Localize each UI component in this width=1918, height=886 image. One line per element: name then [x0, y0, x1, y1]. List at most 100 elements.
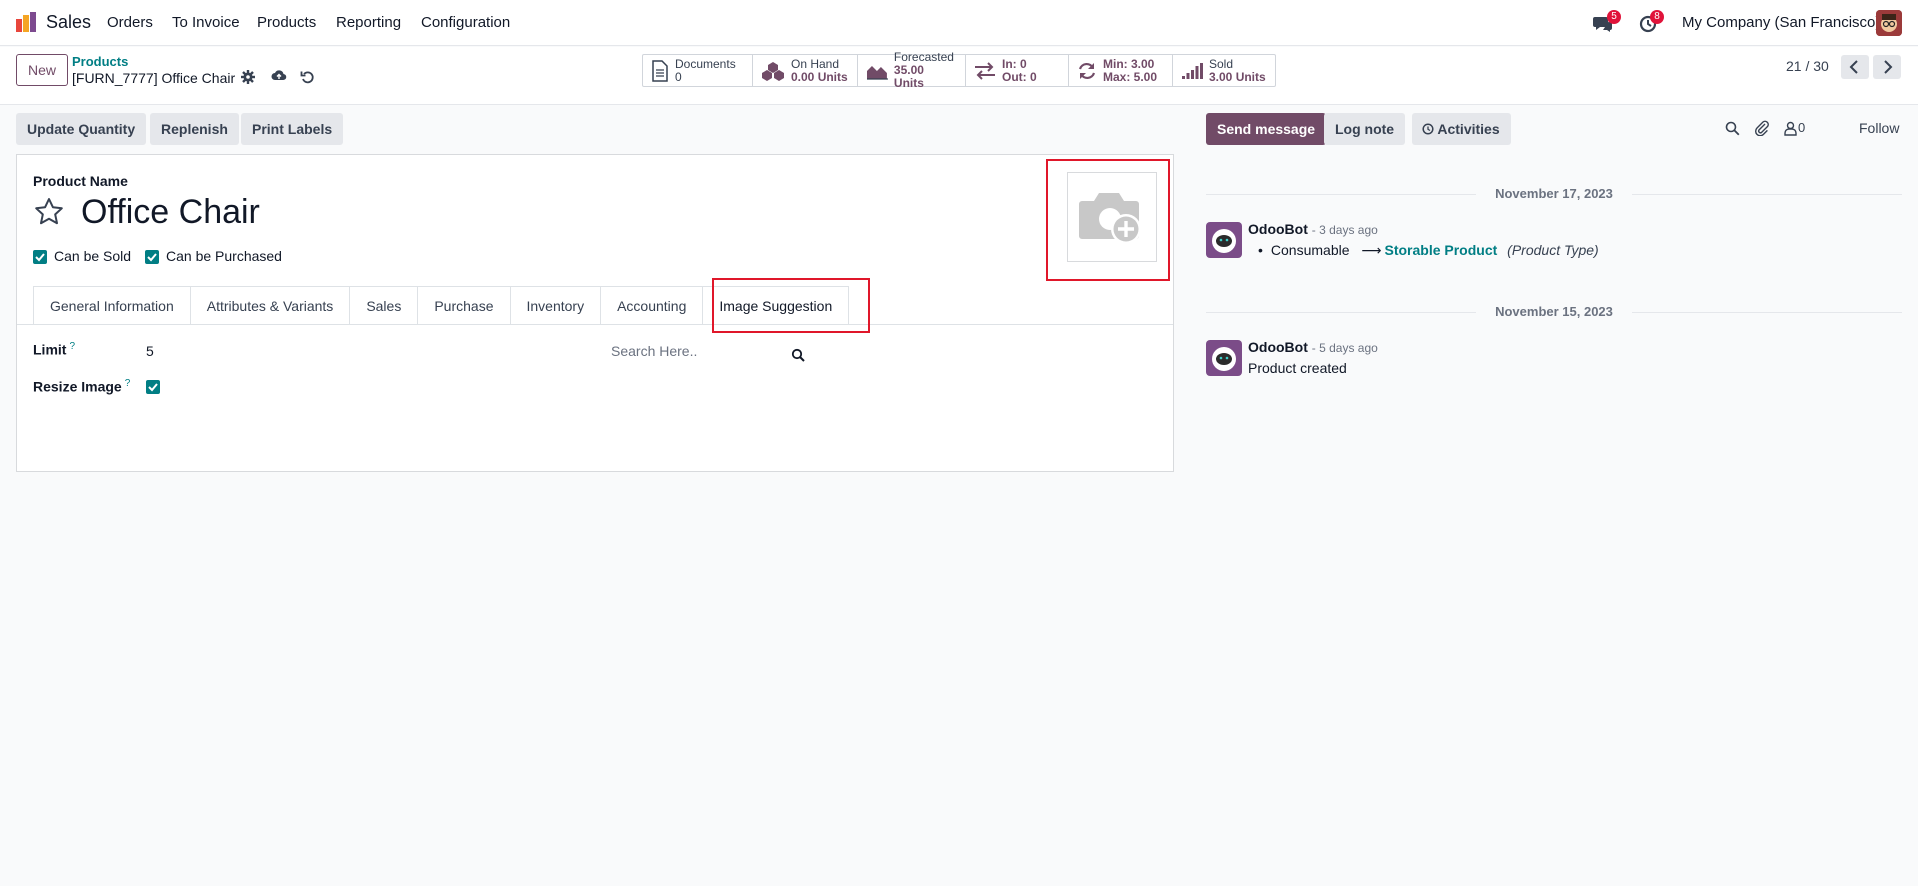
old-value: Consumable [1270, 242, 1350, 258]
pager-next-button[interactable] [1873, 55, 1901, 79]
log-note-button[interactable]: Log note [1324, 113, 1406, 145]
chevron-right-icon [1884, 60, 1893, 74]
sold-label: Sold [1209, 56, 1234, 71]
can-be-purchased-checkbox[interactable] [145, 250, 159, 264]
menu-to-invoice[interactable]: To Invoice [172, 14, 240, 31]
refresh-icon [1078, 62, 1096, 79]
image-search-input[interactable]: Search Here.. [611, 343, 697, 359]
breadcrumb-current: [FURN_7777] Office Chair [72, 70, 236, 86]
documents-value: 0 [675, 69, 682, 84]
message-time: - 5 days ago [1311, 341, 1378, 355]
limit-input[interactable]: 5 [146, 343, 154, 359]
favorite-star-icon[interactable] [33, 196, 65, 228]
tab-purchase[interactable]: Purchase [417, 286, 510, 325]
can-be-sold-label[interactable]: Can be Sold [54, 248, 131, 264]
clock-icon [1422, 123, 1434, 135]
paperclip-icon[interactable] [1754, 120, 1770, 136]
tabs-divider [17, 324, 1173, 325]
author-name[interactable]: OdooBot [1248, 339, 1308, 355]
breadcrumb-products[interactable]: Products [72, 54, 128, 69]
resize-help-icon[interactable]: ? [125, 378, 131, 389]
date-separator: November 17, 2023 [1206, 184, 1902, 204]
out-value: Out: 0 [1002, 69, 1037, 84]
activities-button[interactable]: Activities [1412, 113, 1511, 145]
follower-user-icon[interactable] [1784, 121, 1797, 136]
search-icon[interactable] [1725, 121, 1740, 136]
smart-buttons: Documents 0 On Hand 0.00 Units Forecasted 3… [642, 51, 1276, 90]
min-value: Min: 3.00 [1103, 56, 1155, 71]
product-name-input[interactable]: Office Chair [81, 193, 260, 232]
date-label: November 17, 2023 [1495, 186, 1613, 201]
product-form-sheet: Product Name Office Chair Can be Sold Ca… [16, 154, 1174, 472]
cubes-icon [762, 61, 784, 81]
odoobot-avatar[interactable] [1206, 222, 1242, 258]
update-quantity-button[interactable]: Update Quantity [16, 113, 147, 145]
limit-label-text: Limit [33, 341, 67, 358]
user-avatar[interactable] [1876, 10, 1902, 36]
pager-previous-button[interactable] [1841, 55, 1869, 79]
tab-highlight-box [712, 278, 870, 333]
sold-button[interactable]: Sold 3.00 Units [1173, 55, 1275, 86]
sold-value: 3.00 Units [1209, 69, 1266, 84]
menu-orders[interactable]: Orders [107, 14, 153, 31]
arrow-right-icon: ⟶ [1361, 242, 1382, 258]
can-be-sold-checkbox[interactable] [33, 250, 47, 264]
checkmark-icon [35, 253, 45, 262]
resize-image-checkbox[interactable] [146, 380, 160, 394]
print-labels-button[interactable]: Print Labels [241, 113, 344, 145]
odoobot-avatar[interactable] [1206, 340, 1242, 376]
replenish-button[interactable]: Replenish [150, 113, 239, 145]
followers-count[interactable]: 0 [1798, 120, 1805, 135]
limit-help-icon[interactable]: ? [69, 341, 75, 352]
in-out-button[interactable]: In: 0 Out: 0 [966, 55, 1069, 86]
activities-badge: 8 [1650, 10, 1664, 24]
documents-button[interactable]: Documents 0 [643, 55, 753, 86]
forecasted-button[interactable]: Forecasted 35.00 Units [858, 51, 966, 90]
sales-app-icon[interactable] [15, 11, 37, 33]
can-be-purchased-label[interactable]: Can be Purchased [166, 248, 282, 264]
resize-image-label: Resize Image? [33, 378, 130, 395]
top-navbar: Sales Orders To Invoice Products Reporti… [0, 0, 1918, 46]
on-hand-button[interactable]: On Hand 0.00 Units [753, 55, 858, 86]
resize-image-label-text: Resize Image [33, 378, 122, 395]
reordering-rules-button[interactable]: Min: 3.00 Max: 5.00 [1069, 55, 1173, 86]
activities-label: Activities [1437, 121, 1500, 137]
author-name[interactable]: OdooBot [1248, 221, 1308, 237]
product-name-label: Product Name [33, 173, 128, 189]
checkmark-icon [147, 253, 157, 262]
tab-accounting[interactable]: Accounting [600, 286, 703, 325]
date-separator: November 15, 2023 [1206, 302, 1902, 322]
tab-attributes-variants[interactable]: Attributes & Variants [189, 286, 350, 325]
exchange-icon [975, 61, 995, 80]
tab-general-information[interactable]: General Information [33, 286, 190, 325]
tracking-value: • Consumable ⟶ Storable Product (Product T… [1258, 242, 1599, 259]
date-label: November 15, 2023 [1495, 304, 1613, 319]
search-icon[interactable] [791, 348, 805, 362]
control-panel: New Products [FURN_7777] Office Chair Do… [0, 47, 1918, 105]
checkmark-icon [148, 383, 158, 392]
discard-icon[interactable] [300, 69, 316, 85]
message-author: OdooBot - 5 days ago [1248, 339, 1378, 355]
menu-products[interactable]: Products [257, 14, 316, 31]
robot-icon [1212, 347, 1236, 371]
new-value: Storable Product [1384, 242, 1498, 258]
app-name[interactable]: Sales [46, 12, 91, 33]
send-message-button[interactable]: Send message [1206, 113, 1327, 145]
tab-inventory[interactable]: Inventory [509, 286, 601, 325]
company-switcher[interactable]: My Company (San Francisco) [1682, 14, 1880, 31]
pager-value[interactable]: 21 / 30 [1786, 58, 1829, 74]
tab-sales[interactable]: Sales [349, 286, 418, 325]
menu-reporting[interactable]: Reporting [336, 14, 401, 31]
document-icon [652, 59, 668, 82]
bullet: • [1258, 242, 1263, 258]
on-hand-label: On Hand [791, 56, 840, 71]
chevron-left-icon [1849, 60, 1858, 74]
robot-icon [1212, 229, 1236, 253]
user-avatar-icon [1876, 10, 1902, 36]
follow-button[interactable]: Follow [1859, 120, 1899, 136]
menu-configuration[interactable]: Configuration [421, 14, 510, 31]
gear-icon[interactable] [240, 69, 256, 85]
cloud-upload-icon[interactable] [271, 67, 287, 83]
new-button[interactable]: New [16, 54, 68, 86]
message-body: Product created [1248, 360, 1347, 376]
